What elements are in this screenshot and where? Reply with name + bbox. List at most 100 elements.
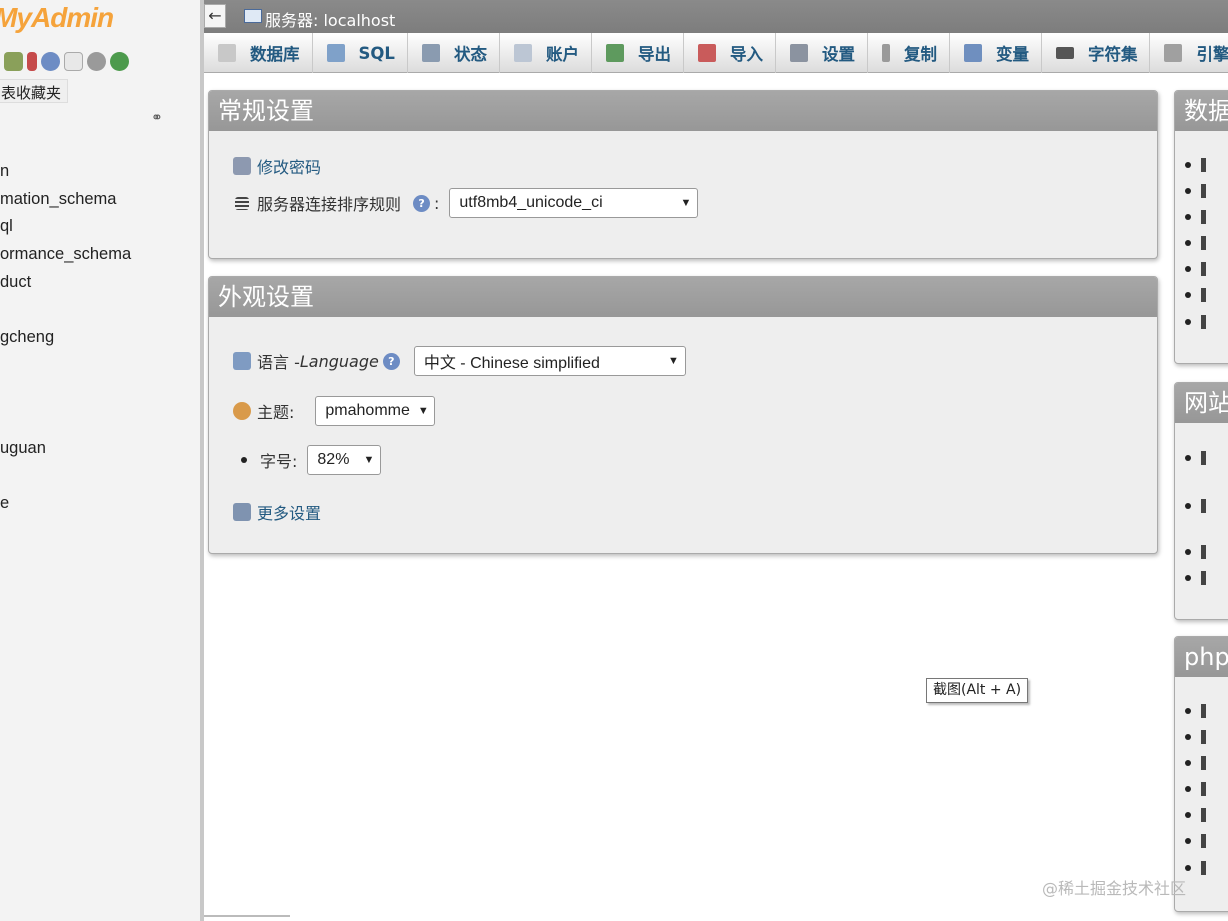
- list-item: [1185, 495, 1206, 541]
- list-item: [1185, 752, 1206, 778]
- database-item[interactable]: [0, 352, 131, 380]
- help-icon[interactable]: ?: [413, 194, 431, 212]
- theme-row: 主题: pmahomme ▼: [233, 396, 436, 426]
- wrench-icon: [789, 44, 808, 62]
- font-size-value: 82%: [317, 451, 350, 468]
- phpmyadmin-logo[interactable]: oMyAdmin: [0, 2, 114, 34]
- language-row: 语言 - Language ? 中文 - Chinese simplified …: [233, 346, 686, 376]
- favorites-tab[interactable]: 表收藏夹: [0, 79, 69, 103]
- sql-icon: [326, 44, 345, 62]
- collation-colon: :: [434, 193, 440, 213]
- database-item[interactable]: [0, 463, 131, 491]
- language-label: 语言 -: [257, 353, 300, 372]
- collation-icon: [235, 196, 249, 210]
- server-breadcrumb[interactable]: 服务器: localhost: [265, 7, 395, 31]
- watermark: @稀土掘金技术社区: [1042, 879, 1187, 898]
- palette-icon: [233, 402, 251, 420]
- server-icon: [244, 9, 262, 23]
- list-item: [1185, 805, 1206, 831]
- list-item: [1185, 831, 1206, 857]
- docs-icon[interactable]: [64, 52, 83, 71]
- export-icon: [605, 44, 624, 62]
- tab-databases[interactable]: 数据库: [204, 33, 313, 73]
- database-item[interactable]: e: [0, 490, 131, 518]
- database-icon: [218, 44, 236, 62]
- tab-status[interactable]: 状态: [408, 33, 500, 73]
- collation-select[interactable]: utf8mb4_unicode_ci ▼: [449, 188, 699, 218]
- server-breadcrumb-bar: ← 服务器: localhost: [204, 0, 1228, 33]
- web-server-panel: 网站: [1174, 382, 1228, 620]
- database-server-panel: 数据: [1174, 90, 1228, 364]
- database-item[interactable]: n: [0, 158, 131, 186]
- bullet-icon: [241, 457, 247, 463]
- chevron-down-icon: ▼: [680, 197, 692, 209]
- collation-label: 服务器连接排序规则: [257, 195, 402, 214]
- tab-engines[interactable]: 引擎: [1150, 33, 1228, 73]
- change-password-row: 修改密码: [233, 154, 321, 178]
- tab-variables[interactable]: 变量: [950, 33, 1042, 73]
- change-password-link[interactable]: 修改密码: [257, 154, 321, 178]
- database-item[interactable]: ormance_schema: [0, 241, 131, 269]
- help-icon[interactable]: ?: [382, 352, 400, 370]
- variables-icon: [963, 44, 982, 62]
- web-server-title: 网站: [1175, 383, 1228, 423]
- screenshot-tooltip: 截图(Alt + A): [926, 678, 1029, 703]
- tab-export[interactable]: 导出: [592, 33, 684, 73]
- tab-sql[interactable]: SQL: [313, 33, 408, 73]
- reload-icon[interactable]: [110, 52, 129, 71]
- list-item: [1185, 857, 1206, 883]
- chevron-down-icon: ▼: [363, 454, 375, 466]
- font-size-row: 字号: 82% ▼: [241, 445, 382, 475]
- collation-value: utf8mb4_unicode_ci: [459, 194, 603, 211]
- accounts-icon: [513, 44, 532, 62]
- list-item: [1185, 233, 1206, 259]
- list-item: [1185, 311, 1206, 337]
- logout-icon[interactable]: [27, 52, 37, 71]
- link-icon[interactable]: ⚭: [151, 110, 163, 126]
- database-item[interactable]: gcheng: [0, 324, 131, 352]
- help-icon[interactable]: [41, 52, 60, 71]
- database-item[interactable]: uguan: [0, 435, 131, 463]
- tab-charsets[interactable]: 字符集: [1042, 33, 1151, 73]
- database-item[interactable]: ql: [0, 213, 131, 241]
- tab-replication[interactable]: 复制: [868, 33, 950, 73]
- database-item[interactable]: [0, 296, 131, 324]
- theme-label: 主题:: [257, 403, 295, 422]
- list-item: [1185, 154, 1206, 180]
- database-item[interactable]: duct: [0, 269, 131, 297]
- list-item: [1185, 726, 1206, 752]
- database-item[interactable]: [0, 380, 131, 408]
- password-icon: [233, 157, 251, 175]
- more-settings-link[interactable]: 更多设置: [257, 500, 321, 524]
- phpmyadmin-info-title: php: [1175, 637, 1228, 677]
- nav-toolbar: [4, 52, 129, 71]
- tab-settings[interactable]: 设置: [776, 33, 868, 73]
- more-settings-row: 更多设置: [233, 500, 321, 524]
- engines-icon: [1164, 44, 1183, 62]
- import-icon: [697, 44, 716, 62]
- theme-select[interactable]: pmahomme ▼: [315, 396, 436, 426]
- language-select[interactable]: 中文 - Chinese simplified ▼: [413, 346, 686, 376]
- phpmyadmin-info-panel: php: [1174, 636, 1228, 912]
- database-item[interactable]: [0, 407, 131, 435]
- collapse-nav-button[interactable]: ←: [204, 4, 226, 28]
- database-item[interactable]: mation_schema: [0, 186, 131, 214]
- phpmyadmin-info-list: [1185, 700, 1206, 883]
- list-item: [1185, 567, 1206, 593]
- wrench-icon: [233, 503, 251, 521]
- charset-icon: [1055, 47, 1074, 59]
- status-icon: [421, 44, 440, 62]
- nav-resize-handle[interactable]: [200, 0, 204, 921]
- list-item: [1185, 180, 1206, 206]
- top-menu-tabs: 数据库 SQL 状态 账户 导出 导入 设置 复制 变量 字符集 引擎: [204, 33, 1228, 73]
- tab-accounts[interactable]: 账户: [500, 33, 592, 73]
- appearance-settings-title: 外观设置: [209, 277, 1157, 317]
- navigation-panel: oMyAdmin 表收藏夹 ⚭ n mation_schema ql orman…: [0, 0, 202, 921]
- list-item: [1185, 259, 1206, 285]
- font-size-select[interactable]: 82% ▼: [307, 445, 382, 475]
- collation-row: 服务器连接排序规则 ? : utf8mb4_unicode_ci ▼: [235, 188, 699, 218]
- home-icon[interactable]: [4, 52, 23, 71]
- gear-icon[interactable]: [87, 52, 106, 71]
- general-settings-title: 常规设置: [209, 91, 1157, 131]
- tab-import[interactable]: 导入: [684, 33, 776, 73]
